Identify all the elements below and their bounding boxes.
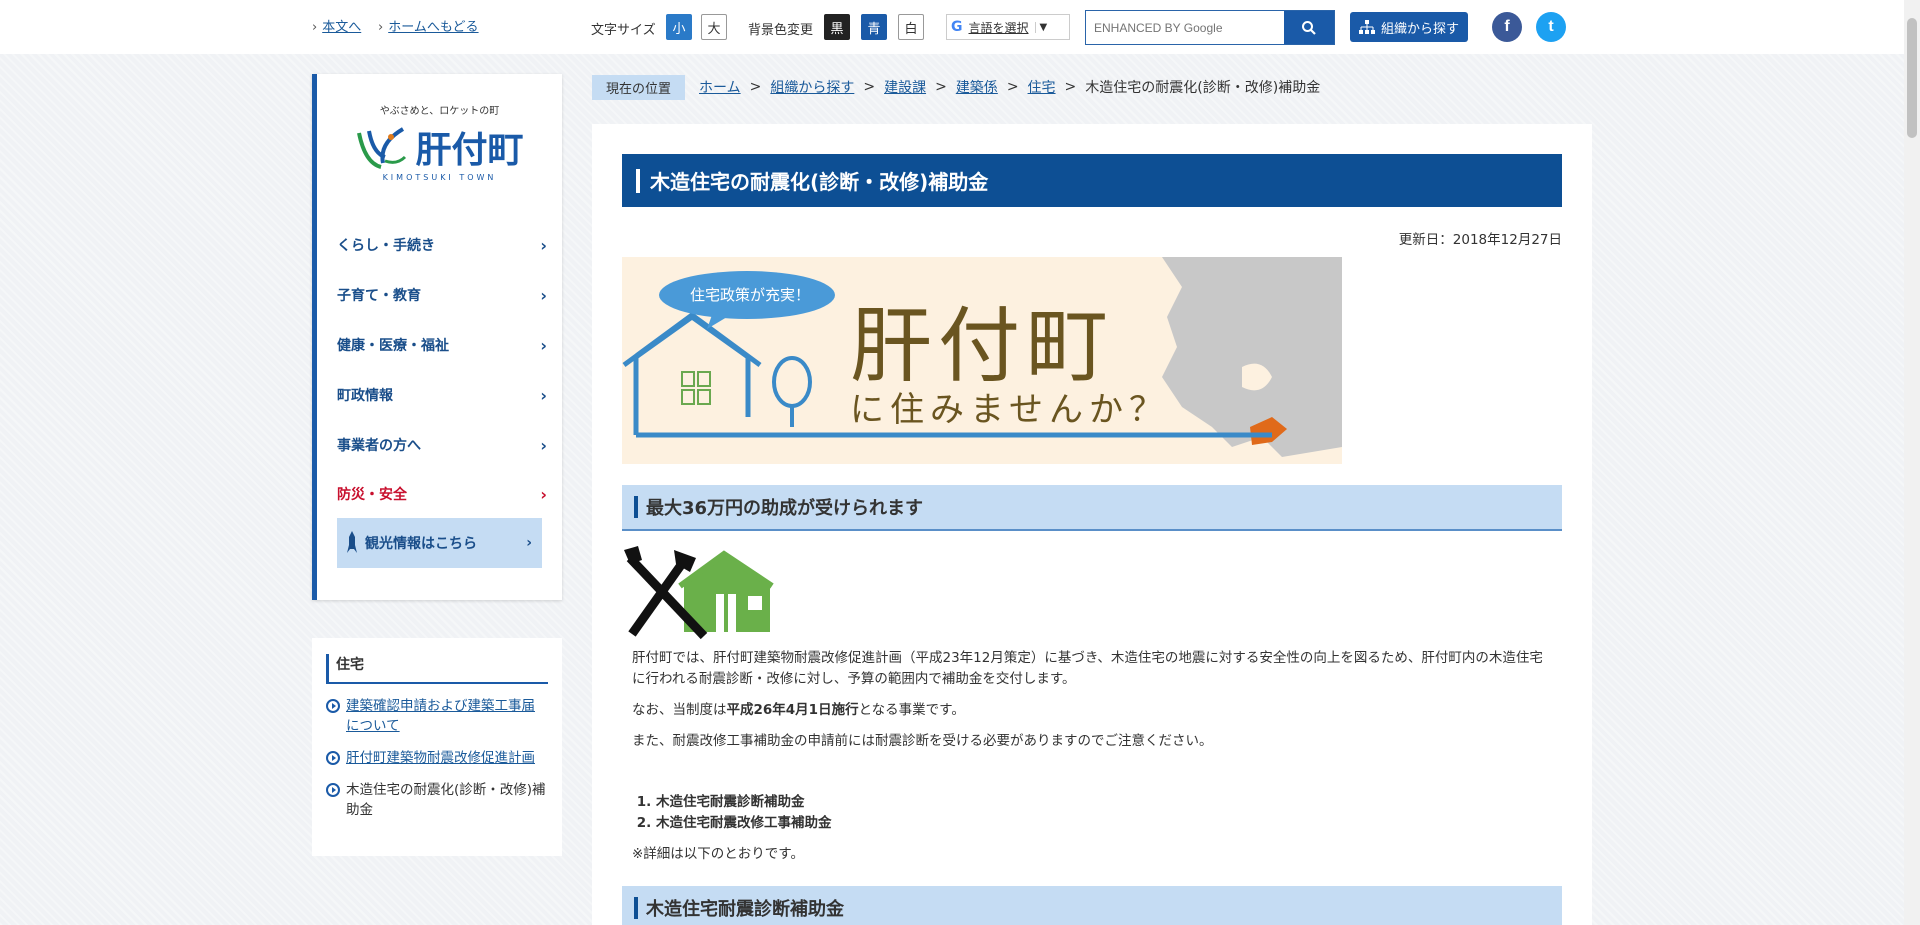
breadcrumb: 現在の位置 ホーム > 組織から探す > 建設課 > 建築係 > 住宅 > 木造… bbox=[592, 74, 1321, 100]
logo-tagline: やぶさめと、ロケットの町 bbox=[379, 106, 500, 117]
chevron-right-icon: › bbox=[540, 385, 547, 405]
chevron-right-icon: › bbox=[540, 484, 547, 504]
breadcrumb-separator: > bbox=[863, 79, 876, 95]
breadcrumb-link-home[interactable]: ホーム bbox=[699, 77, 741, 97]
tourism-info-label: 観光情報はこちら bbox=[365, 536, 477, 552]
bg-blue-button[interactable]: 青 bbox=[861, 14, 887, 40]
breadcrumb-separator: > bbox=[1064, 79, 1077, 95]
nav-item-label: 事業者の方へ bbox=[337, 438, 421, 454]
nav-item-label: 防災・安全 bbox=[337, 487, 407, 503]
banner-subheading: に住みませんか？ bbox=[850, 390, 1169, 430]
nav-item-business[interactable]: 事業者の方へ › bbox=[337, 425, 547, 465]
language-select-label: 言語を選択 bbox=[968, 20, 1029, 35]
search-box bbox=[1085, 10, 1335, 45]
repair-house-icon bbox=[624, 546, 774, 640]
font-small-button[interactable]: 小 bbox=[666, 14, 692, 40]
breadcrumb-separator: > bbox=[749, 79, 762, 95]
logo-subtitle: KIMOTSUKI TOWN bbox=[382, 173, 497, 182]
nav-item-living[interactable]: くらし・手続き › bbox=[337, 225, 547, 265]
body-paragraph-note: また、耐震改修工事補助金の申請前には耐震診断を受ける必要がありますのでご注意くだ… bbox=[632, 733, 1213, 749]
chevron-down-icon: ▼ bbox=[1034, 21, 1047, 33]
main-content: 木造住宅の耐震化(診断・改修)補助金 更新日：2018年12月27日 住宅政策が… bbox=[592, 124, 1592, 925]
rocket-icon bbox=[347, 531, 357, 553]
site-logo[interactable]: やぶさめと、ロケットの町 肝付町 KIMOTSUKI TOWN bbox=[317, 102, 562, 182]
sidebar: やぶさめと、ロケットの町 肝付町 KIMOTSUKI TOWN くらし・手続き … bbox=[312, 74, 562, 600]
scrollbar[interactable] bbox=[1904, 0, 1920, 925]
breadcrumb-here-label: 現在の位置 bbox=[592, 74, 686, 100]
breadcrumb-link-building-section[interactable]: 建築係 bbox=[956, 77, 998, 97]
language-select[interactable]: G 言語を選択 ▼ bbox=[946, 14, 1070, 40]
breadcrumb-link-org[interactable]: 組織から探す bbox=[770, 77, 854, 97]
breadcrumb-link-construction-dept[interactable]: 建設課 bbox=[884, 77, 926, 97]
bg-white-button[interactable]: 白 bbox=[898, 14, 924, 40]
banner-bubble-text: 住宅政策が充実！ bbox=[690, 286, 811, 304]
housing-banner[interactable]: 住宅政策が充実！ 肝付町 に住みませんか？ bbox=[622, 257, 1342, 464]
bullet-arrow-icon bbox=[326, 751, 340, 765]
town-emblem-icon bbox=[357, 127, 407, 169]
nav-item-health[interactable]: 健康・医療・福祉 › bbox=[337, 325, 547, 365]
section-subnav: 住宅 建築確認申請および建築工事届について 肝付町建築物耐震改修促進計画 木造住… bbox=[312, 638, 562, 856]
section-heading-subsidy: 最大36万円の助成が受けられます bbox=[622, 485, 1562, 531]
nav-item-town-admin[interactable]: 町政情報 › bbox=[337, 375, 547, 415]
breadcrumb-separator: > bbox=[935, 79, 947, 95]
scrollbar-thumb[interactable] bbox=[1907, 18, 1917, 138]
subnav-title: 住宅 bbox=[326, 654, 548, 684]
updated-date: 更新日：2018年12月27日 bbox=[1398, 232, 1562, 248]
logo-town-name: 肝付町 bbox=[415, 130, 524, 171]
top-bar: 本文へ ホームへもどる 文字サイズ 小 大 背景色変更 黒 青 白 G 言語を選… bbox=[0, 0, 1904, 54]
bg-black-button[interactable]: 黒 bbox=[824, 14, 850, 40]
org-chart-icon bbox=[1358, 20, 1375, 34]
nav-item-childcare[interactable]: 子育て・教育 › bbox=[337, 275, 547, 315]
chevron-right-icon: › bbox=[540, 235, 547, 255]
bullet-arrow-icon bbox=[326, 783, 340, 797]
details-note: ※詳細は以下のとおりです。 bbox=[632, 846, 804, 862]
section-heading-diagnosis: 木造住宅耐震診断補助金 bbox=[622, 886, 1562, 925]
chevron-right-icon: › bbox=[540, 285, 547, 305]
org-search-label: 組織から探す bbox=[1380, 21, 1459, 37]
org-search-button[interactable]: 組織から探す bbox=[1350, 12, 1468, 42]
search-icon bbox=[1302, 20, 1316, 35]
skip-to-main-link[interactable]: 本文へ bbox=[312, 16, 361, 35]
banner-heading: 肝付町 bbox=[850, 299, 1115, 394]
bullet-arrow-icon bbox=[326, 699, 340, 713]
subnav-item: 木造住宅の耐震化(診断・改修)補助金 bbox=[326, 780, 548, 820]
breadcrumb-link-housing[interactable]: 住宅 bbox=[1028, 77, 1056, 97]
tourism-info-button[interactable]: 観光情報はこちら › bbox=[337, 518, 542, 568]
font-size-label: 文字サイズ bbox=[591, 23, 656, 38]
twitter-icon[interactable]: t bbox=[1536, 12, 1566, 42]
body-paragraph-effective-date: なお、当制度は平成26年4月1日施行となる事業です。 bbox=[632, 700, 1552, 721]
bg-color-label: 背景色変更 bbox=[748, 23, 814, 38]
list-item: 木造住宅耐震改修工事補助金 bbox=[656, 813, 832, 834]
effective-date: 平成26年4月1日施行 bbox=[726, 702, 859, 718]
nav-item-label: 町政情報 bbox=[337, 388, 393, 404]
list-item: 木造住宅耐震診断補助金 bbox=[656, 792, 832, 813]
body-paragraph-intro: 肝付町では、肝付町建築物耐震改修促進計画（平成23年12月策定）に基づき、木造住… bbox=[632, 650, 1543, 687]
effective-text-pre: なお、当制度は bbox=[632, 702, 727, 718]
search-button[interactable] bbox=[1284, 11, 1334, 44]
font-large-button[interactable]: 大 bbox=[701, 14, 727, 40]
subnav-link-building-confirmation[interactable]: 建築確認申請および建築工事届について bbox=[346, 696, 548, 736]
subsidy-list: 木造住宅耐震診断補助金 木造住宅耐震改修工事補助金 bbox=[656, 792, 832, 834]
google-icon: G bbox=[951, 19, 963, 35]
page-title: 木造住宅の耐震化(診断・改修)補助金 bbox=[622, 154, 1562, 207]
chevron-right-icon: › bbox=[540, 435, 547, 455]
nav-item-label: 子育て・教育 bbox=[337, 288, 421, 304]
breadcrumb-separator: > bbox=[1006, 79, 1019, 95]
nav-item-label: くらし・手続き bbox=[337, 238, 435, 254]
breadcrumb-current: 木造住宅の耐震化(診断・改修)補助金 bbox=[1085, 80, 1321, 96]
chevron-right-icon: › bbox=[526, 535, 532, 551]
nav-item-label: 健康・医療・福祉 bbox=[337, 338, 449, 354]
search-input[interactable] bbox=[1086, 11, 1284, 44]
effective-text-post: となる事業です。 bbox=[858, 702, 965, 718]
subnav-current-page: 木造住宅の耐震化(診断・改修)補助金 bbox=[346, 782, 546, 818]
nav-item-disaster-safety[interactable]: 防災・安全 › bbox=[337, 474, 547, 514]
chevron-right-icon: › bbox=[540, 335, 547, 355]
subnav-link-seismic-plan[interactable]: 肝付町建築物耐震改修促進計画 bbox=[346, 748, 535, 768]
subnav-item: 建築確認申請および建築工事届について bbox=[326, 696, 548, 736]
subnav-item: 肝付町建築物耐震改修促進計画 bbox=[326, 748, 548, 768]
back-to-home-link[interactable]: ホームへもどる bbox=[378, 16, 478, 35]
facebook-icon[interactable]: f bbox=[1492, 12, 1522, 42]
